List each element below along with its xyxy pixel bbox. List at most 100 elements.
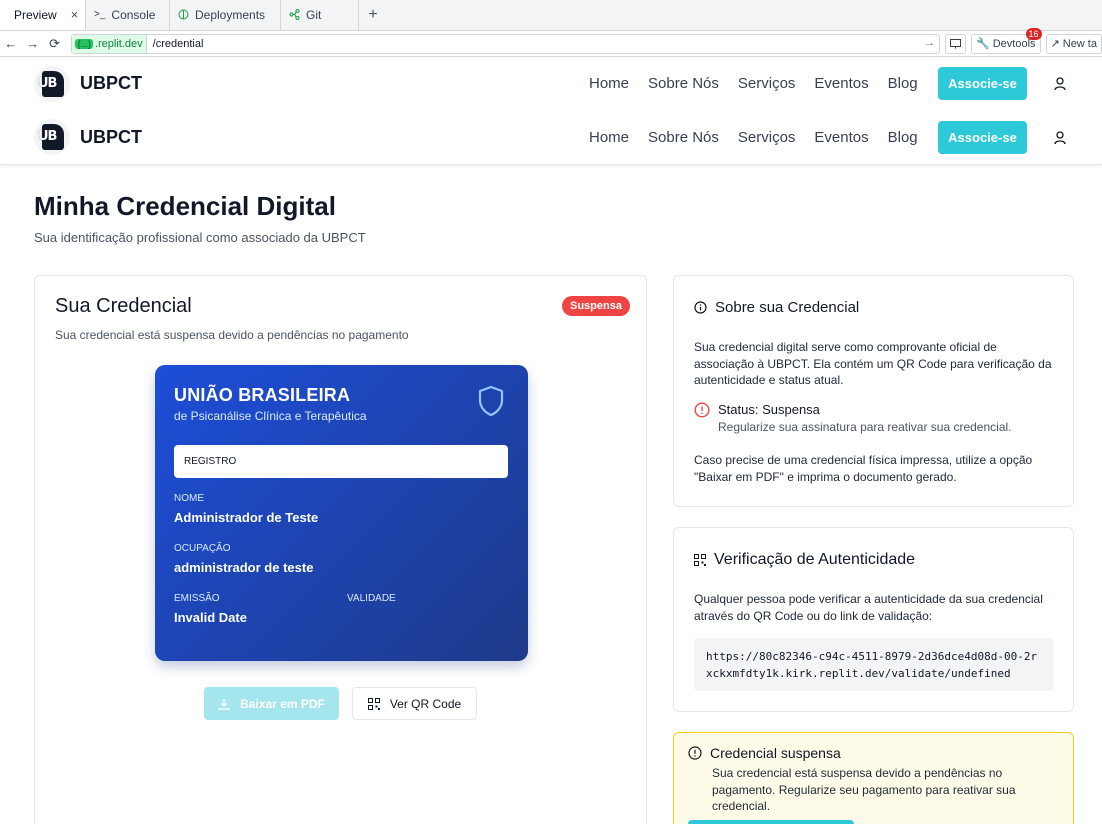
about-header: Sobre sua Credencial bbox=[694, 299, 859, 316]
qr-code-icon bbox=[694, 554, 706, 566]
globe-icon bbox=[178, 9, 189, 20]
ocupacao-value: administrador de teste bbox=[174, 560, 314, 575]
view-qr-label: Ver QR Code bbox=[389, 696, 462, 711]
reload-icon[interactable]: ⟳ bbox=[44, 36, 66, 52]
tab-preview[interactable]: Preview × bbox=[0, 0, 86, 30]
new-tab-button[interactable]: + bbox=[359, 0, 387, 30]
nav-home[interactable]: Home bbox=[589, 129, 629, 146]
new-tab-link[interactable]: ↗ New ta bbox=[1045, 33, 1102, 54]
user-icon[interactable] bbox=[1054, 77, 1066, 91]
registro-field: REGISTRO bbox=[174, 445, 508, 478]
warning-text: Sua credencial está suspensa devido a pe… bbox=[712, 766, 1016, 813]
url-path: /credential bbox=[152, 37, 204, 50]
tab-label: Console bbox=[111, 7, 156, 22]
screen-button[interactable] bbox=[945, 33, 967, 54]
warning-header: Credencial suspensa bbox=[688, 745, 841, 761]
back-icon[interactable]: ← bbox=[0, 36, 22, 51]
forward-icon[interactable]: → bbox=[22, 36, 44, 51]
logo[interactable]: UB bbox=[34, 119, 70, 155]
screen-icon bbox=[950, 38, 962, 48]
brand-name[interactable]: UBPCT bbox=[80, 127, 142, 148]
verification-text: Qualquer pessoa pode verificar a autenti… bbox=[694, 592, 1043, 623]
about-text: Sua credencial digital serve como compro… bbox=[694, 340, 1052, 387]
url-host-text: .replit.dev bbox=[94, 37, 143, 50]
status-hint: Regularize sua assinatura para reativar … bbox=[718, 420, 1012, 434]
verification-header: Verificação de Autenticidade bbox=[694, 551, 915, 569]
regularize-button[interactable] bbox=[688, 820, 854, 824]
page-subtitle: Sua identificação profissional como asso… bbox=[34, 230, 366, 245]
page-title: Minha Credencial Digital bbox=[34, 191, 336, 221]
logo-text: UB bbox=[38, 75, 57, 91]
main-nav: Home Sobre Nós Serviços Eventos Blog bbox=[589, 57, 937, 110]
wrench-icon: 🔧 bbox=[976, 38, 990, 50]
alert-circle-icon bbox=[694, 402, 710, 418]
validade-label: VALIDADE bbox=[347, 593, 396, 604]
qr-code-icon bbox=[367, 697, 380, 710]
tab-console[interactable]: >_ Console bbox=[86, 0, 170, 30]
registro-label: REGISTRO bbox=[184, 456, 237, 467]
browser-url-bar: ← → ⟳ {...} .replit.dev /credential → 🔧 … bbox=[0, 27, 1102, 57]
tab-git[interactable]: Git bbox=[281, 0, 359, 30]
card-org-name: UNIÃO BRASILEIRA bbox=[174, 385, 351, 405]
url-field[interactable]: {...} .replit.dev /credential → bbox=[71, 33, 941, 54]
status-badge: Suspensa bbox=[562, 296, 630, 316]
verification-card: Verificação de Autenticidade Qualquer pe… bbox=[673, 527, 1074, 712]
status-row: Status: Suspensa Regularize sua assinatu… bbox=[694, 402, 1012, 434]
site-header: UB UBPCT Home Sobre Nós Serviços Eventos… bbox=[0, 57, 1102, 110]
warning-title: Credencial suspensa bbox=[710, 745, 841, 761]
close-icon[interactable]: × bbox=[71, 7, 79, 22]
about-credential-card: Sobre sua Credencial Sua credencial digi… bbox=[673, 275, 1074, 507]
validation-link[interactable]: https://80c82346-c94c-4511-8979-2d36dce4… bbox=[694, 638, 1053, 691]
credential-title: Sua Credencial bbox=[55, 295, 192, 317]
emissao-value: Invalid Date bbox=[174, 610, 247, 625]
new-tab-label: New ta bbox=[1062, 37, 1097, 50]
download-pdf-button[interactable]: Baixar em PDF bbox=[204, 687, 339, 720]
ocupacao-label: OCUPAÇÃO bbox=[174, 543, 231, 554]
logo[interactable]: UB bbox=[34, 65, 70, 102]
shield-icon bbox=[478, 385, 504, 417]
card-org-subtitle: de Psicanálise Clínica e Terapêutica bbox=[174, 409, 367, 423]
devtools-button[interactable]: 🔧 Devtools 16 bbox=[971, 27, 1042, 54]
external-link-icon: ↗ bbox=[1050, 38, 1060, 50]
nav-home[interactable]: Home bbox=[589, 75, 629, 92]
nav-blog[interactable]: Blog bbox=[888, 129, 918, 146]
view-qr-button[interactable]: Ver QR Code bbox=[352, 687, 477, 720]
alert-circle-icon bbox=[688, 746, 702, 760]
associe-se-button[interactable]: Associe-se bbox=[938, 67, 1027, 100]
download-icon bbox=[218, 698, 230, 710]
about-title: Sobre sua Credencial bbox=[715, 299, 860, 316]
download-pdf-label: Baixar em PDF bbox=[240, 696, 325, 711]
open-url-icon[interactable]: → bbox=[924, 37, 935, 49]
about-footer: Caso precise de uma credencial física im… bbox=[694, 453, 1033, 484]
emissao-label: EMISSÃO bbox=[174, 593, 220, 604]
brand-name[interactable]: UBPCT bbox=[80, 73, 142, 94]
digital-id-card: UNIÃO BRASILEIRA de Psicanálise Clínica … bbox=[155, 365, 528, 661]
nav-eventos[interactable]: Eventos bbox=[814, 129, 868, 146]
nav-blog[interactable]: Blog bbox=[888, 75, 918, 92]
nome-value: Administrador de Teste bbox=[174, 510, 319, 525]
git-branch-icon bbox=[289, 9, 300, 20]
terminal-icon: >_ bbox=[94, 9, 106, 20]
tab-deployments[interactable]: Deployments bbox=[170, 0, 281, 30]
nav-servicos[interactable]: Serviços bbox=[738, 75, 796, 92]
nav-eventos[interactable]: Eventos bbox=[814, 75, 868, 92]
nome-label: NOME bbox=[174, 493, 204, 504]
tab-label: Git bbox=[306, 7, 322, 22]
nav-sobre-nos[interactable]: Sobre Nós bbox=[648, 75, 719, 92]
url-host-badge: {...} bbox=[75, 38, 93, 49]
nav-servicos[interactable]: Serviços bbox=[738, 129, 796, 146]
status-label: Status: Suspensa bbox=[718, 402, 820, 417]
tab-label: Preview bbox=[14, 7, 57, 22]
logo-text: UB bbox=[38, 129, 57, 144]
suspended-warning: Credencial suspensa Sua credencial está … bbox=[673, 732, 1074, 824]
verification-title: Verificação de Autenticidade bbox=[714, 551, 916, 568]
user-icon[interactable] bbox=[1054, 131, 1066, 145]
associe-se-button[interactable]: Associe-se bbox=[938, 121, 1027, 154]
browser-tab-bar: Preview × >_ Console Deployments Git + bbox=[0, 0, 1102, 31]
site-header-sticky: UB UBPCT Home Sobre Nós Serviços Eventos… bbox=[0, 110, 1102, 165]
tab-label: Deployments bbox=[195, 7, 266, 22]
credential-description: Sua credencial está suspensa devido a pe… bbox=[55, 328, 409, 342]
nav-sobre-nos[interactable]: Sobre Nós bbox=[648, 129, 719, 146]
main-nav: Home Sobre Nós Serviços Eventos Blog bbox=[589, 110, 937, 164]
devtools-count-badge: 16 bbox=[1025, 27, 1042, 40]
